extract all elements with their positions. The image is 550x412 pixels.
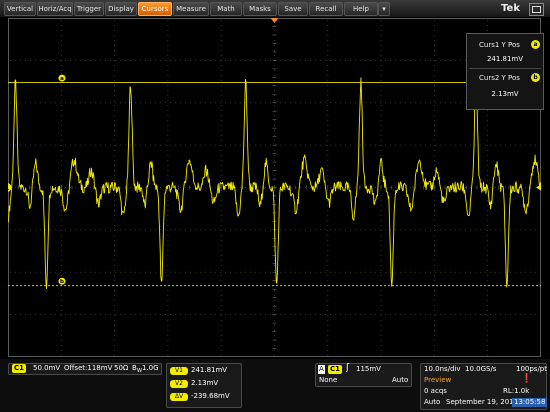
channel1-trace — [8, 77, 541, 290]
menu-trigger[interactable]: Trigger — [74, 2, 104, 16]
date: September 19, 2014 — [446, 398, 519, 406]
graticule-svg: 1 a b — [8, 18, 541, 357]
acq-status: Preview — [424, 376, 452, 384]
channel1-offset: Offset:118mV — [64, 364, 113, 372]
trigger-mode-letter: A — [318, 365, 325, 374]
resolution: 100ps/pt — [516, 365, 547, 373]
trigger-mode: Auto — [392, 376, 409, 384]
svg-text:a: a — [60, 76, 64, 82]
trigger-panel[interactable]: A C1 ʃ 115mV None Auto — [315, 363, 412, 387]
trigger-coupling: None — [319, 376, 338, 384]
window-restore-button[interactable] — [529, 3, 544, 16]
sample-rate: 10.0GS/s — [465, 365, 497, 373]
menu-bar: Vertical Horiz/Acq Trigger Display Curso… — [0, 0, 550, 18]
v1-value: 241.81mV — [191, 366, 228, 374]
menu-help-dropdown[interactable]: ▾ — [378, 2, 390, 16]
cursor-b-marker[interactable]: b — [58, 277, 66, 286]
curs1-value: 241.81mV — [486, 55, 524, 63]
v2-value: 2.13mV — [191, 379, 219, 387]
timebase: 10.0ns/div — [424, 365, 461, 373]
menu-cursors[interactable]: Cursors — [138, 2, 172, 16]
delta-v-tag: ΔV — [170, 393, 188, 401]
svg-text:b: b — [60, 279, 64, 285]
channel1-label: C1 — [12, 364, 27, 373]
cursor-a-badge: a — [531, 40, 540, 49]
channel1-bandwidth: 1.0G — [142, 364, 159, 372]
menu-math[interactable]: Math — [210, 2, 242, 16]
curs2-label: Curs2 Y Pos — [479, 74, 520, 82]
cursor-readout-box[interactable]: Curs1 Y Pos a 241.81mV Curs2 Y Pos b 2.1… — [466, 33, 544, 110]
cursor-a-marker[interactable]: a — [58, 74, 66, 83]
run-mode: Auto — [424, 398, 441, 406]
record-length: RL:1.0k — [503, 387, 530, 395]
rising-edge-icon: ʃ — [346, 363, 350, 373]
menu-measure[interactable]: Measure — [173, 2, 209, 16]
curs1-label: Curs1 Y Pos — [479, 41, 520, 49]
cursor-values-panel[interactable]: V1 241.81mV V2 2.13mV ΔV -239.68mV — [166, 363, 242, 408]
status-area: C1 50.0mV Offset:118mV 50Ω B W 1.0G V1 2… — [0, 359, 550, 412]
menu-horiz-acq[interactable]: Horiz/Acq — [37, 2, 73, 16]
channel1-panel[interactable]: C1 50.0mV Offset:118mV 50Ω B W 1.0G — [8, 363, 162, 375]
exclamation-icon: ❗ — [521, 374, 533, 384]
acquisition-panel[interactable]: 10.0ns/div 10.0GS/s 100ps/pt Preview ❗ 0… — [420, 363, 548, 410]
channel1-impedance: 50Ω — [114, 364, 129, 372]
menu-help[interactable]: Help — [344, 2, 378, 16]
menu-recall[interactable]: Recall — [309, 2, 343, 16]
menu-save[interactable]: Save — [278, 2, 308, 16]
brand-logo: Tek — [501, 3, 520, 14]
trigger-channel: C1 — [328, 365, 343, 374]
v1-tag: V1 — [170, 367, 188, 375]
v2-tag: V2 — [170, 380, 188, 388]
waveform-display[interactable]: 1 a b — [8, 18, 541, 357]
readout-divider — [469, 68, 541, 69]
trigger-position-icon — [270, 18, 279, 23]
trigger-level: 115mV — [356, 365, 381, 373]
trigger-level-icon — [536, 184, 541, 191]
cursor-b-badge: b — [531, 73, 540, 82]
channel1-scale: 50.0mV — [33, 364, 61, 372]
menu-display[interactable]: Display — [105, 2, 137, 16]
menu-masks[interactable]: Masks — [243, 2, 277, 16]
time: 13:05:58 — [512, 398, 548, 407]
channel1-ground-marker[interactable]: 1 — [8, 183, 12, 192]
delta-v-value: -239.68mV — [191, 392, 230, 400]
menu-vertical[interactable]: Vertical — [4, 2, 36, 16]
curs2-value: 2.13mV — [491, 90, 519, 98]
acq-count: 0 acqs — [424, 387, 447, 395]
